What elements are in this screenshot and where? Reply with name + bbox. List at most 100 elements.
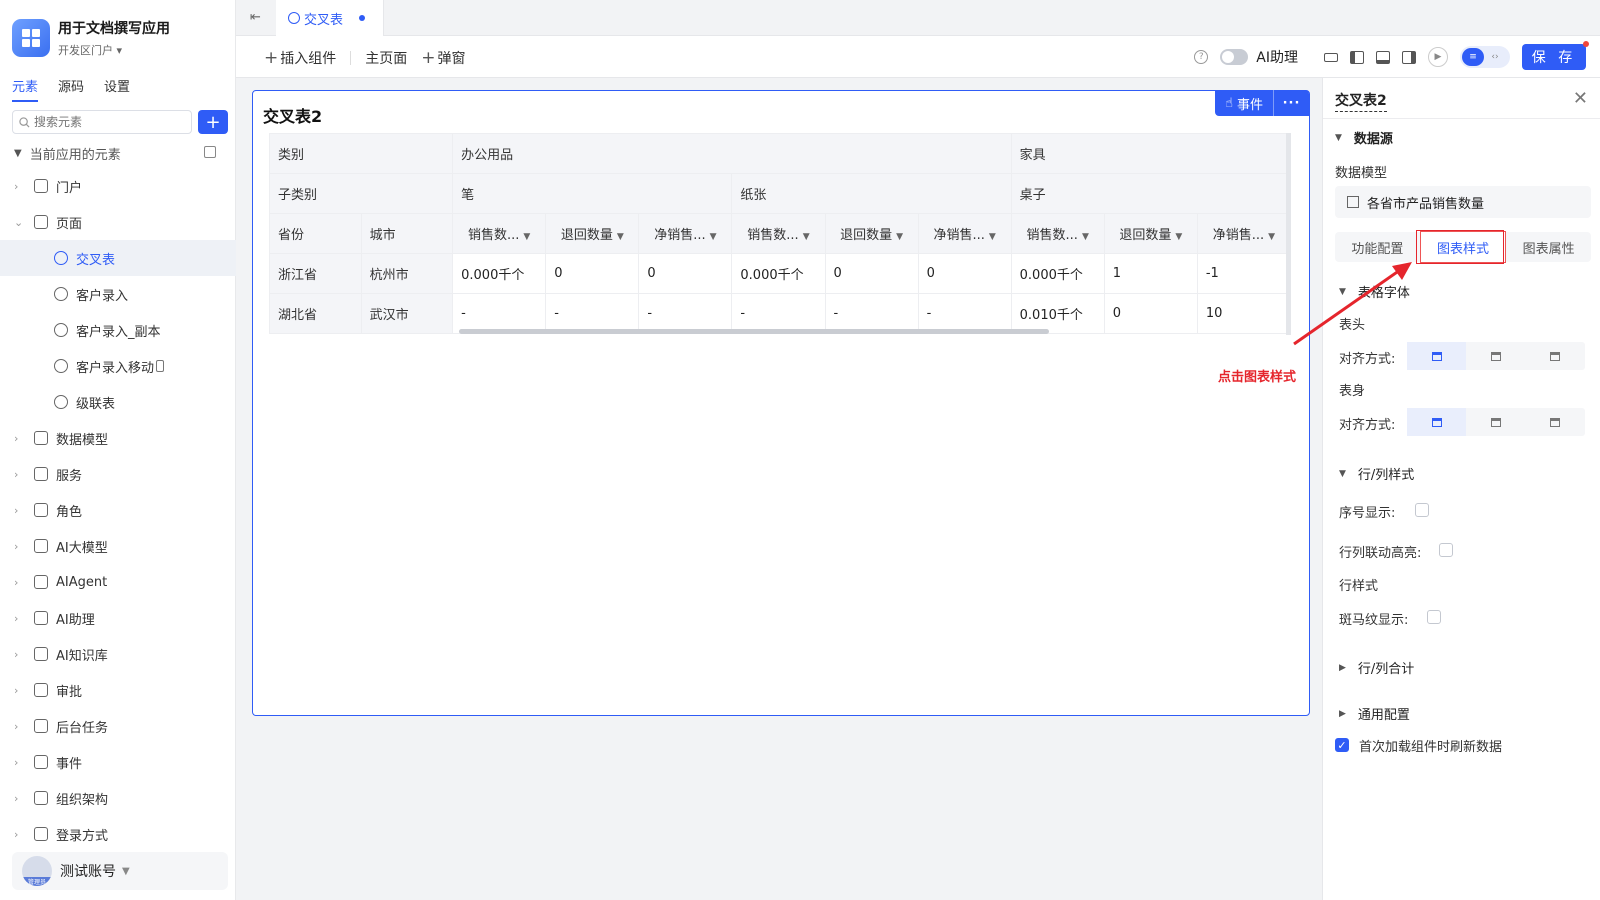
tab-settings[interactable]: 设置 (104, 76, 130, 102)
align-left-icon[interactable] (1407, 408, 1467, 436)
index-checkbox[interactable] (1415, 503, 1429, 517)
ai-assistant-toggle[interactable] (1220, 49, 1249, 65)
tab-source[interactable]: 源码 (58, 76, 84, 102)
cross-table-widget[interactable]: 交叉表2 ☝ 事件 ··· 类别 办公用品 家具 子类别 笔 纸张 桌子 省份 … (252, 90, 1310, 716)
tree-item[interactable]: › 后台任务 (0, 708, 236, 744)
tree-item[interactable]: 级联表 (0, 384, 236, 420)
sort-dropdown-icon[interactable]: ▼ (1082, 232, 1089, 242)
align-center-icon[interactable] (1466, 408, 1525, 436)
event-button[interactable]: ☝ 事件 (1215, 90, 1273, 116)
vertical-scrollbar[interactable] (1286, 133, 1291, 335)
sort-dropdown-icon[interactable]: ▼ (896, 232, 903, 242)
tree-item[interactable]: 交叉表 (0, 240, 236, 276)
tree-item[interactable]: › 角色 (0, 492, 236, 528)
layout-icon[interactable] (1324, 52, 1338, 62)
chevron-right-icon[interactable]: › (14, 756, 18, 769)
chevron-right-icon[interactable]: › (14, 540, 18, 553)
chevron-down-icon[interactable]: ⌄ (14, 216, 23, 229)
tree-item[interactable]: › 数据模型 (0, 420, 236, 456)
chevron-right-icon[interactable]: › (14, 720, 18, 733)
more-button[interactable]: ··· (1273, 90, 1309, 116)
search-input[interactable] (34, 115, 184, 129)
design-mode-icon[interactable]: ≡ (1462, 48, 1484, 66)
tree-item[interactable]: › 组织架构 (0, 780, 236, 816)
highlight-checkbox[interactable] (1439, 543, 1453, 557)
tab-chart-attributes[interactable]: 图表属性 (1506, 232, 1591, 262)
zebra-checkbox[interactable] (1427, 610, 1441, 624)
section-rowcol-total[interactable]: ▶ 行/列合计 (1339, 658, 1414, 677)
align-right-icon[interactable] (1526, 408, 1585, 436)
metric-header[interactable]: 净销售... ▼ (917, 213, 1012, 254)
metric-header[interactable]: 净销售... ▼ (638, 213, 733, 254)
chevron-right-icon[interactable]: › (14, 684, 18, 697)
align-right-icon[interactable] (1526, 342, 1585, 370)
insert-component-button[interactable]: + 插入组件 (264, 48, 336, 68)
metric-header[interactable]: 销售数... ▼ (1010, 213, 1105, 254)
collapse-all-icon[interactable] (204, 146, 216, 158)
tree-item[interactable]: 客户录入 (0, 276, 236, 312)
panel-title[interactable]: 交叉表2 (1335, 90, 1387, 112)
tab-cross-table[interactable]: 交叉表 (276, 0, 385, 36)
section-general-config[interactable]: ▶ 通用配置 (1339, 704, 1410, 723)
sort-dropdown-icon[interactable]: ▼ (803, 232, 810, 242)
sort-dropdown-icon[interactable]: ▼ (989, 232, 996, 242)
close-icon[interactable]: ✕ (1573, 88, 1588, 109)
chevron-right-icon[interactable]: › (14, 576, 18, 589)
chevron-right-icon[interactable]: › (14, 180, 18, 193)
align-center-icon[interactable] (1466, 342, 1525, 370)
chevron-right-icon[interactable]: › (14, 612, 18, 625)
tree-item[interactable]: › AI大模型 (0, 528, 236, 564)
sort-dropdown-icon[interactable]: ▼ (710, 232, 717, 242)
section-table-font[interactable]: ▼ 表格字体 (1339, 282, 1410, 301)
search-field[interactable] (12, 110, 192, 134)
tree-item[interactable]: › AIAgent (0, 564, 236, 600)
section-rowcol-style[interactable]: ▼ 行/列样式 (1339, 464, 1414, 483)
align-left-icon[interactable] (1407, 342, 1467, 370)
user-account[interactable]: 管理员 测试账号 ▼ (12, 852, 228, 890)
portal-selector[interactable]: 开发区门户 ▾ (58, 42, 170, 58)
chevron-right-icon[interactable]: › (14, 648, 18, 661)
tree-item[interactable]: 客户录入_副本 (0, 312, 236, 348)
tab-elements[interactable]: 元素 (12, 76, 39, 102)
tree-item[interactable]: › 门户 (0, 168, 236, 204)
tree-item[interactable]: › AI助理 (0, 600, 236, 636)
metric-header[interactable]: 退回数量 ▼ (824, 213, 919, 254)
metric-header[interactable]: 退回数量 ▼ (1103, 213, 1198, 254)
left-panel-icon[interactable] (1350, 50, 1364, 64)
chevron-right-icon[interactable]: › (14, 792, 18, 805)
tree-item[interactable]: 客户录入移动 (0, 348, 236, 384)
refresh-checkbox[interactable]: ✓ (1335, 738, 1349, 752)
sort-dropdown-icon[interactable]: ▼ (1268, 232, 1275, 242)
collapse-sidebar-icon[interactable]: ⇤ (250, 10, 261, 25)
tab-function-config[interactable]: 功能配置 (1335, 232, 1420, 262)
metric-header[interactable]: 销售数... ▼ (731, 213, 826, 254)
horizontal-scrollbar[interactable] (459, 329, 1049, 334)
preview-play-icon[interactable]: ▶ (1428, 47, 1448, 67)
add-element-button[interactable]: + (198, 110, 228, 134)
tree-item[interactable]: ⌄ 页面 (0, 204, 236, 240)
tree-item[interactable]: › 审批 (0, 672, 236, 708)
code-mode-icon[interactable]: ‹› (1484, 52, 1506, 62)
chevron-right-icon[interactable]: › (14, 504, 18, 517)
chevron-right-icon[interactable]: › (14, 828, 18, 841)
metric-header[interactable]: 退回数量 ▼ (545, 213, 640, 254)
metric-header[interactable]: 销售数... ▼ (452, 213, 547, 254)
tree-header[interactable]: ▼ 当前应用的元素 (0, 138, 236, 168)
tree-item[interactable]: › AI知识库 (0, 636, 236, 672)
sort-dropdown-icon[interactable]: ▼ (523, 232, 530, 242)
right-panel-icon[interactable] (1402, 50, 1416, 64)
save-button[interactable]: 保 存 (1522, 41, 1589, 70)
metric-header[interactable]: 净销售... ▼ (1196, 213, 1291, 254)
data-model-select[interactable]: 各省市产品销售数量 (1335, 186, 1591, 218)
bottom-panel-icon[interactable] (1376, 50, 1390, 64)
chevron-right-icon[interactable]: › (14, 468, 18, 481)
section-datasource[interactable]: ▼ 数据源 (1335, 128, 1393, 147)
help-icon[interactable]: ? (1194, 50, 1209, 64)
sort-dropdown-icon[interactable]: ▼ (1175, 232, 1182, 242)
tree-item[interactable]: › 服务 (0, 456, 236, 492)
chevron-right-icon[interactable]: › (14, 432, 18, 445)
tree-item[interactable]: › 事件 (0, 744, 236, 780)
tree-item[interactable]: › 登录方式 (0, 816, 236, 852)
design-code-switch[interactable]: ≡ ‹› (1460, 46, 1510, 68)
popup-button[interactable]: + 弹窗 (421, 48, 465, 68)
